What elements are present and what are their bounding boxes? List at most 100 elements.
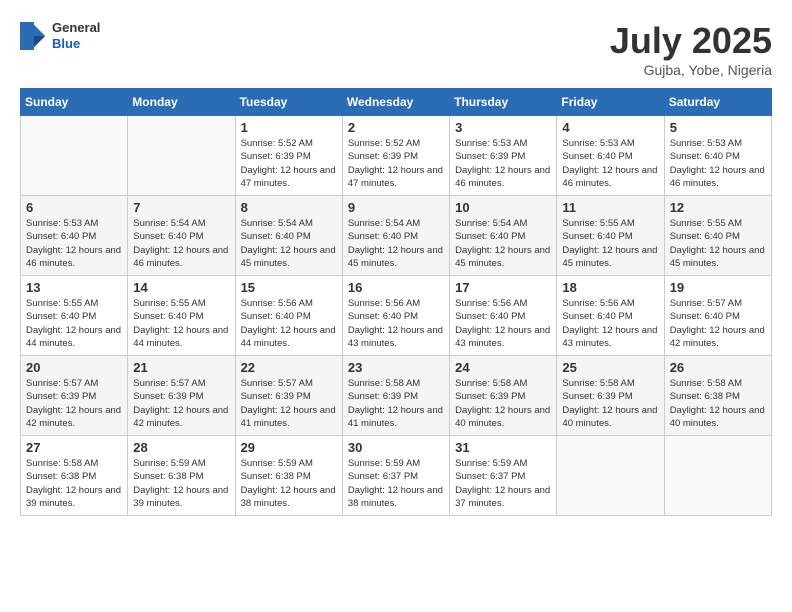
day-number: 11 bbox=[562, 200, 658, 215]
day-info: Sunrise: 5:52 AM Sunset: 6:39 PM Dayligh… bbox=[348, 137, 444, 190]
week-row-3: 13 Sunrise: 5:55 AM Sunset: 6:40 PM Dayli… bbox=[21, 276, 772, 356]
col-header-friday: Friday bbox=[557, 89, 664, 116]
calendar-cell bbox=[21, 116, 128, 196]
calendar-cell bbox=[664, 436, 771, 516]
day-number: 8 bbox=[241, 200, 337, 215]
day-info: Sunrise: 5:53 AM Sunset: 6:40 PM Dayligh… bbox=[26, 217, 122, 270]
day-info: Sunrise: 5:52 AM Sunset: 6:39 PM Dayligh… bbox=[241, 137, 337, 190]
day-info: Sunrise: 5:59 AM Sunset: 6:38 PM Dayligh… bbox=[133, 457, 229, 510]
day-number: 28 bbox=[133, 440, 229, 455]
title-block: July 2025 Gujba, Yobe, Nigeria bbox=[610, 20, 772, 78]
day-number: 13 bbox=[26, 280, 122, 295]
day-number: 25 bbox=[562, 360, 658, 375]
day-number: 4 bbox=[562, 120, 658, 135]
day-info: Sunrise: 5:53 AM Sunset: 6:40 PM Dayligh… bbox=[562, 137, 658, 190]
calendar-cell bbox=[557, 436, 664, 516]
header-row: SundayMondayTuesdayWednesdayThursdayFrid… bbox=[21, 89, 772, 116]
day-number: 12 bbox=[670, 200, 766, 215]
day-info: Sunrise: 5:57 AM Sunset: 6:39 PM Dayligh… bbox=[133, 377, 229, 430]
calendar-cell: 5 Sunrise: 5:53 AM Sunset: 6:40 PM Daylig… bbox=[664, 116, 771, 196]
day-info: Sunrise: 5:58 AM Sunset: 6:39 PM Dayligh… bbox=[348, 377, 444, 430]
day-number: 21 bbox=[133, 360, 229, 375]
calendar-cell: 10Sunrise: 5:54 AM Sunset: 6:40 PM Dayli… bbox=[450, 196, 557, 276]
day-info: Sunrise: 5:59 AM Sunset: 6:37 PM Dayligh… bbox=[348, 457, 444, 510]
week-row-4: 20 Sunrise: 5:57 AM Sunset: 6:39 PM Dayli… bbox=[21, 356, 772, 436]
calendar-cell bbox=[128, 116, 235, 196]
day-number: 17 bbox=[455, 280, 551, 295]
day-number: 18 bbox=[562, 280, 658, 295]
day-number: 26 bbox=[670, 360, 766, 375]
day-number: 20 bbox=[26, 360, 122, 375]
logo-icon bbox=[20, 22, 48, 50]
day-info: Sunrise: 5:59 AM Sunset: 6:37 PM Dayligh… bbox=[455, 457, 551, 510]
calendar-table: SundayMondayTuesdayWednesdayThursdayFrid… bbox=[20, 88, 772, 516]
day-number: 7 bbox=[133, 200, 229, 215]
day-info: Sunrise: 5:53 AM Sunset: 6:39 PM Dayligh… bbox=[455, 137, 551, 190]
day-number: 16 bbox=[348, 280, 444, 295]
day-info: Sunrise: 5:58 AM Sunset: 6:39 PM Dayligh… bbox=[455, 377, 551, 430]
day-info: Sunrise: 5:55 AM Sunset: 6:40 PM Dayligh… bbox=[26, 297, 122, 350]
day-number: 3 bbox=[455, 120, 551, 135]
calendar-cell: 21 Sunrise: 5:57 AM Sunset: 6:39 PM Dayli… bbox=[128, 356, 235, 436]
day-info: Sunrise: 5:54 AM Sunset: 6:40 PM Dayligh… bbox=[133, 217, 229, 270]
logo-blue: Blue bbox=[52, 36, 100, 52]
calendar-cell: 9Sunrise: 5:54 AM Sunset: 6:40 PM Daylig… bbox=[342, 196, 449, 276]
calendar-cell: 18 Sunrise: 5:56 AM Sunset: 6:40 PM Dayli… bbox=[557, 276, 664, 356]
week-row-1: 1 Sunrise: 5:52 AM Sunset: 6:39 PM Daylig… bbox=[21, 116, 772, 196]
calendar-cell: 31Sunrise: 5:59 AM Sunset: 6:37 PM Dayli… bbox=[450, 436, 557, 516]
day-info: Sunrise: 5:55 AM Sunset: 6:40 PM Dayligh… bbox=[562, 217, 658, 270]
day-number: 27 bbox=[26, 440, 122, 455]
day-info: Sunrise: 5:55 AM Sunset: 6:40 PM Dayligh… bbox=[133, 297, 229, 350]
day-info: Sunrise: 5:55 AM Sunset: 6:40 PM Dayligh… bbox=[670, 217, 766, 270]
day-number: 23 bbox=[348, 360, 444, 375]
day-number: 6 bbox=[26, 200, 122, 215]
day-number: 10 bbox=[455, 200, 551, 215]
day-info: Sunrise: 5:58 AM Sunset: 6:38 PM Dayligh… bbox=[670, 377, 766, 430]
day-info: Sunrise: 5:57 AM Sunset: 6:39 PM Dayligh… bbox=[241, 377, 337, 430]
calendar-cell: 8 Sunrise: 5:54 AM Sunset: 6:40 PM Daylig… bbox=[235, 196, 342, 276]
day-number: 22 bbox=[241, 360, 337, 375]
col-header-tuesday: Tuesday bbox=[235, 89, 342, 116]
calendar-cell: 12 Sunrise: 5:55 AM Sunset: 6:40 PM Dayli… bbox=[664, 196, 771, 276]
calendar-cell: 28 Sunrise: 5:59 AM Sunset: 6:38 PM Dayli… bbox=[128, 436, 235, 516]
day-info: Sunrise: 5:53 AM Sunset: 6:40 PM Dayligh… bbox=[670, 137, 766, 190]
calendar-cell: 4 Sunrise: 5:53 AM Sunset: 6:40 PM Daylig… bbox=[557, 116, 664, 196]
week-row-5: 27 Sunrise: 5:58 AM Sunset: 6:38 PM Dayli… bbox=[21, 436, 772, 516]
week-row-2: 6 Sunrise: 5:53 AM Sunset: 6:40 PM Daylig… bbox=[21, 196, 772, 276]
day-info: Sunrise: 5:54 AM Sunset: 6:40 PM Dayligh… bbox=[348, 217, 444, 270]
calendar-cell: 15 Sunrise: 5:56 AM Sunset: 6:40 PM Dayli… bbox=[235, 276, 342, 356]
day-info: Sunrise: 5:58 AM Sunset: 6:38 PM Dayligh… bbox=[26, 457, 122, 510]
calendar-cell: 6 Sunrise: 5:53 AM Sunset: 6:40 PM Daylig… bbox=[21, 196, 128, 276]
calendar-cell: 30 Sunrise: 5:59 AM Sunset: 6:37 PM Dayli… bbox=[342, 436, 449, 516]
day-info: Sunrise: 5:59 AM Sunset: 6:38 PM Dayligh… bbox=[241, 457, 337, 510]
calendar-cell: 19Sunrise: 5:57 AM Sunset: 6:40 PM Dayli… bbox=[664, 276, 771, 356]
day-number: 30 bbox=[348, 440, 444, 455]
calendar-cell: 7 Sunrise: 5:54 AM Sunset: 6:40 PM Daylig… bbox=[128, 196, 235, 276]
calendar-cell: 24Sunrise: 5:58 AM Sunset: 6:39 PM Dayli… bbox=[450, 356, 557, 436]
day-info: Sunrise: 5:57 AM Sunset: 6:39 PM Dayligh… bbox=[26, 377, 122, 430]
calendar-cell: 27 Sunrise: 5:58 AM Sunset: 6:38 PM Dayli… bbox=[21, 436, 128, 516]
day-number: 19 bbox=[670, 280, 766, 295]
day-number: 2 bbox=[348, 120, 444, 135]
logo: General Blue bbox=[20, 20, 100, 51]
day-info: Sunrise: 5:56 AM Sunset: 6:40 PM Dayligh… bbox=[455, 297, 551, 350]
day-info: Sunrise: 5:56 AM Sunset: 6:40 PM Dayligh… bbox=[348, 297, 444, 350]
day-info: Sunrise: 5:58 AM Sunset: 6:39 PM Dayligh… bbox=[562, 377, 658, 430]
day-number: 1 bbox=[241, 120, 337, 135]
calendar-cell: 3 Sunrise: 5:53 AM Sunset: 6:39 PM Daylig… bbox=[450, 116, 557, 196]
day-info: Sunrise: 5:56 AM Sunset: 6:40 PM Dayligh… bbox=[562, 297, 658, 350]
calendar-cell: 22 Sunrise: 5:57 AM Sunset: 6:39 PM Dayli… bbox=[235, 356, 342, 436]
day-number: 15 bbox=[241, 280, 337, 295]
calendar-cell: 1 Sunrise: 5:52 AM Sunset: 6:39 PM Daylig… bbox=[235, 116, 342, 196]
day-number: 5 bbox=[670, 120, 766, 135]
col-header-saturday: Saturday bbox=[664, 89, 771, 116]
location: Gujba, Yobe, Nigeria bbox=[610, 62, 772, 78]
logo-general: General bbox=[52, 20, 100, 36]
calendar-cell: 23 Sunrise: 5:58 AM Sunset: 6:39 PM Dayli… bbox=[342, 356, 449, 436]
month-title: July 2025 bbox=[610, 20, 772, 62]
day-info: Sunrise: 5:54 AM Sunset: 6:40 PM Dayligh… bbox=[241, 217, 337, 270]
calendar-cell: 20 Sunrise: 5:57 AM Sunset: 6:39 PM Dayli… bbox=[21, 356, 128, 436]
col-header-monday: Monday bbox=[128, 89, 235, 116]
day-info: Sunrise: 5:56 AM Sunset: 6:40 PM Dayligh… bbox=[241, 297, 337, 350]
calendar-cell: 17 Sunrise: 5:56 AM Sunset: 6:40 PM Dayli… bbox=[450, 276, 557, 356]
